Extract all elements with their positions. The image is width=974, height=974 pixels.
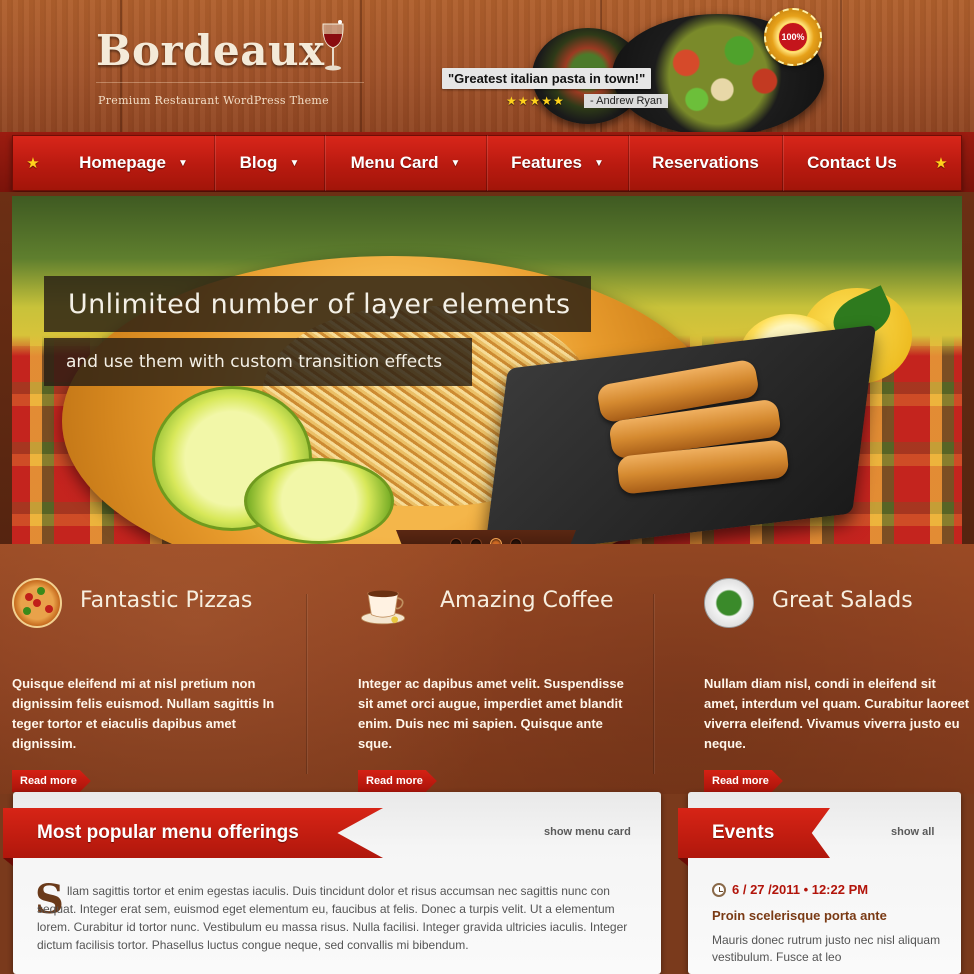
nav-label: Reservations xyxy=(652,153,759,172)
event-title[interactable]: Proin scelerisque porta ante xyxy=(712,908,887,923)
ribbon-fold xyxy=(3,858,13,866)
nav-label: Features xyxy=(511,153,582,172)
feature-text: Integer ac dapibus amet velit. Suspendis… xyxy=(358,676,624,751)
feature-title: Amazing Coffee xyxy=(440,588,614,613)
star-icon: ★ xyxy=(934,155,948,172)
feature-divider xyxy=(653,594,654,774)
menu-offerings-panel: Most popular menu offerings show menu ca… xyxy=(3,792,661,974)
read-more-button[interactable]: Read more xyxy=(12,770,91,792)
salad-icon xyxy=(704,578,754,628)
feature-title: Great Salads xyxy=(772,588,913,613)
features-section: Fantastic Pizzas Quisque eleifend mi at … xyxy=(0,544,974,794)
rating-stars-icon: ★★★★★ xyxy=(506,94,565,108)
nav-label: Homepage xyxy=(79,153,166,172)
chevron-down-icon: ▼ xyxy=(593,157,604,169)
slider-caption-subtitle: and use them with custom transition effe… xyxy=(44,338,473,386)
nav-item-contact-us[interactable]: Contact Us xyxy=(783,135,921,191)
site-header: Bordeaux Premium Restaurant WordPress Th… xyxy=(0,0,974,140)
nav-label: Blog xyxy=(239,153,278,172)
menu-intro-text: llam sagittis tortor et enim egestas iac… xyxy=(37,884,628,952)
show-all-link[interactable]: show all xyxy=(891,826,934,838)
hero-slider[interactable]: Unlimited number of layer elements and u… xyxy=(12,196,962,544)
testimonial-author: - Andrew Ryan xyxy=(584,94,669,108)
read-more-button[interactable]: Read more xyxy=(704,770,783,792)
event-text: Mauris donec rutrum justo nec nisl aliqu… xyxy=(712,933,941,964)
slider-caption-title: Unlimited number of layer elements xyxy=(44,276,591,332)
nav-item-homepage[interactable]: Homepage ▼ xyxy=(53,135,215,191)
chevron-down-icon: ▼ xyxy=(178,157,188,169)
ribbon-fold xyxy=(678,858,688,866)
logo-divider xyxy=(96,82,364,83)
read-more-button[interactable]: Read more xyxy=(358,770,437,792)
panel-heading: Most popular menu offerings xyxy=(3,808,383,858)
feature-text: Quisque eleifend mi at nisl pretium non … xyxy=(12,676,275,751)
main-nav: ★ Homepage ▼ Blog ▼ Menu Card ▼ Features… xyxy=(12,135,962,191)
event-date: 6 / 27 /2011 • 12:22 PM xyxy=(712,882,868,897)
feature-text: Nullam diam nisl, condi in eleifend sit … xyxy=(704,676,970,751)
seal-text: 100% xyxy=(778,22,808,52)
events-panel: Events show all 6 / 27 /2011 • 12:22 PM … xyxy=(678,792,961,974)
nav-label: Contact Us xyxy=(807,153,897,172)
show-menu-card-link[interactable]: show menu card xyxy=(544,826,631,838)
testimonial-quote: "Greatest italian pasta in town!" xyxy=(442,68,652,89)
pizza-icon xyxy=(12,578,62,628)
nav-label: Menu Card xyxy=(350,153,439,172)
nav-item-features[interactable]: Features ▼ xyxy=(487,135,629,191)
chevron-down-icon: ▼ xyxy=(289,157,300,169)
guarantee-seal-icon: 100% xyxy=(764,8,822,66)
lime-slice-image xyxy=(244,458,394,544)
coffee-cup-icon xyxy=(358,578,408,628)
chevron-down-icon: ▼ xyxy=(450,157,461,169)
clock-icon xyxy=(712,882,726,897)
feature-title: Fantastic Pizzas xyxy=(80,588,253,613)
feature-divider xyxy=(306,594,307,774)
panel-heading: Events xyxy=(678,808,830,858)
event-date-text: 6 / 27 /2011 • 12:22 PM xyxy=(732,882,869,897)
site-logo[interactable]: Bordeaux xyxy=(96,26,325,75)
nav-item-menu-card[interactable]: Menu Card ▼ xyxy=(325,135,487,191)
star-icon: ★ xyxy=(26,155,40,172)
site-tagline: Premium Restaurant WordPress Theme xyxy=(98,94,329,107)
nav-item-blog[interactable]: Blog ▼ xyxy=(215,135,325,191)
wine-glass-icon xyxy=(322,20,344,71)
nav-item-reservations[interactable]: Reservations xyxy=(629,135,783,191)
